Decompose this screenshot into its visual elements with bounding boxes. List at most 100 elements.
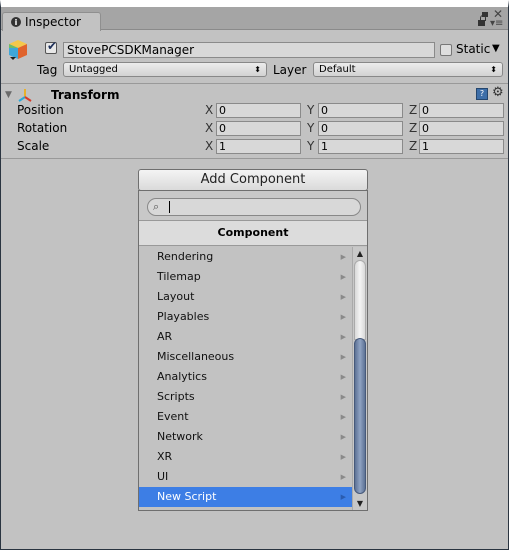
x-axis-label: X	[205, 121, 214, 135]
list-item[interactable]: Scripts ▶	[139, 387, 352, 407]
popup-header: Component	[139, 221, 367, 246]
tag-label: Tag	[37, 63, 58, 77]
tab-label: Inspector	[25, 15, 81, 29]
z-axis-label: Z	[409, 139, 418, 153]
scroll-track[interactable]	[354, 260, 366, 340]
list-item-label: Network	[157, 430, 203, 443]
static-label: Static	[456, 42, 491, 56]
static-dropdown-arrow[interactable]: ▼	[492, 43, 500, 54]
submenu-arrow-icon: ▶	[340, 473, 346, 481]
list-item-label: AR	[157, 330, 173, 343]
search-area: ⌕	[139, 191, 367, 221]
submenu-arrow-icon: ▶	[340, 393, 346, 401]
cube-icon	[9, 40, 27, 60]
tag-dropdown[interactable]: Untagged ⬍	[63, 62, 267, 77]
list-item-label: Layout	[157, 290, 195, 303]
scrollbar[interactable]: ▲ ▼	[352, 247, 367, 510]
list-item-label: Tilemap	[157, 270, 201, 283]
list-item[interactable]: Network ▶	[139, 427, 352, 447]
tag-value: Untagged	[69, 64, 118, 75]
static-checkbox[interactable]	[440, 44, 452, 56]
submenu-arrow-icon: ▶	[340, 293, 346, 301]
list-item[interactable]: New Script ▶	[139, 487, 352, 507]
list-item-label: Event	[157, 410, 189, 423]
help-book-icon[interactable]: ?	[476, 88, 488, 100]
list-item[interactable]: AR ▶	[139, 327, 352, 347]
position-row: Position X 0 Y 0 Z 0	[1, 103, 508, 119]
layer-value: Default	[319, 64, 356, 75]
submenu-arrow-icon: ▶	[340, 433, 346, 441]
gear-icon[interactable]: ⚙	[492, 85, 504, 100]
submenu-arrow-icon: ▶	[340, 313, 346, 321]
rotation-x-field[interactable]: 0	[216, 121, 301, 136]
x-axis-label: X	[205, 139, 214, 153]
checkmark-icon: ✔	[47, 39, 58, 53]
y-axis-label: Y	[307, 121, 315, 135]
layer-label: Layer	[273, 63, 307, 77]
submenu-arrow-icon: ▶	[340, 273, 346, 281]
list-item-label: Playables	[157, 310, 210, 323]
search-input[interactable]: ⌕	[147, 198, 361, 216]
submenu-arrow-icon: ▶	[340, 493, 346, 501]
transform-component: ▼ Transform ? ⚙ Position X 0 Y 0 Z 0 Rot…	[1, 85, 508, 159]
scroll-thumb[interactable]	[354, 338, 366, 494]
search-icon: ⌕	[153, 200, 160, 213]
add-component-popup: ⌕ Component Rendering ▶ Tilemap ▶ Layout ▶ Pla…	[138, 190, 368, 511]
list-item[interactable]: XR ▶	[139, 447, 352, 467]
updown-arrow-icon: ⬍	[490, 65, 497, 74]
submenu-arrow-icon: ▶	[340, 253, 346, 261]
lock-icon[interactable]	[478, 15, 486, 26]
y-axis-label: Y	[307, 103, 315, 117]
scroll-down-arrow-icon[interactable]: ▼	[353, 497, 367, 510]
scale-x-field[interactable]: 1	[216, 139, 301, 154]
position-y-field[interactable]: 0	[318, 103, 403, 118]
x-axis-label: X	[205, 103, 214, 117]
transform-axes-icon	[18, 89, 32, 102]
list-item-label: Analytics	[157, 370, 207, 383]
position-x-field[interactable]: 0	[216, 103, 301, 118]
updown-arrow-icon: ⬍	[254, 65, 261, 74]
list-item-label: Rendering	[157, 250, 214, 263]
tab-inspector[interactable]: i Inspector	[2, 12, 101, 31]
list-item[interactable]: Tilemap ▶	[139, 267, 352, 287]
gameobject-header: ✔ StovePCSDKManager Static ▼ Tag Untagge…	[1, 31, 508, 84]
menu-icon[interactable]: ▾≡	[490, 18, 503, 29]
rotation-row: Rotation X 0 Y 0 Z 0	[1, 121, 508, 137]
list-item-label: UI	[157, 470, 169, 483]
position-z-field[interactable]: 0	[419, 103, 504, 118]
submenu-arrow-icon: ▶	[340, 353, 346, 361]
scroll-up-arrow-icon[interactable]: ▲	[353, 247, 367, 260]
list-item[interactable]: Rendering ▶	[139, 247, 352, 267]
list-item[interactable]: Layout ▶	[139, 287, 352, 307]
list-item[interactable]: Miscellaneous ▶	[139, 347, 352, 367]
gameobject-name-field[interactable]: StovePCSDKManager	[63, 42, 435, 58]
list-item-label: XR	[157, 450, 173, 463]
rotation-label: Rotation	[17, 121, 68, 135]
foldout-arrow-icon[interactable]: ▼	[5, 90, 12, 100]
scale-row: Scale X 1 Y 1 Z 1	[1, 139, 508, 155]
submenu-arrow-icon: ▶	[340, 373, 346, 381]
submenu-arrow-icon: ▶	[340, 333, 346, 341]
layer-dropdown[interactable]: Default ⬍	[313, 62, 503, 77]
rotation-y-field[interactable]: 0	[318, 121, 403, 136]
position-label: Position	[17, 103, 64, 117]
list-item[interactable]: Analytics ▶	[139, 367, 352, 387]
list-item-label: New Script	[157, 490, 217, 503]
scale-label: Scale	[17, 139, 50, 153]
list-item-label: Scripts	[157, 390, 195, 403]
text-caret	[169, 201, 170, 213]
active-checkbox[interactable]: ✔	[45, 39, 58, 54]
z-axis-label: Z	[409, 103, 418, 117]
list-item[interactable]: Event ▶	[139, 407, 352, 427]
rotation-z-field[interactable]: 0	[419, 121, 504, 136]
scale-z-field[interactable]: 1	[419, 139, 504, 154]
tab-strip: i Inspector ✕ ▾≡	[1, 7, 508, 31]
scale-y-field[interactable]: 1	[318, 139, 403, 154]
z-axis-label: Z	[409, 121, 418, 135]
submenu-arrow-icon: ▶	[340, 453, 346, 461]
list-item[interactable]: Playables ▶	[139, 307, 352, 327]
list-item[interactable]: UI ▶	[139, 467, 352, 487]
add-component-button[interactable]: Add Component	[138, 169, 368, 191]
info-icon: i	[11, 17, 21, 27]
inspector-window: i Inspector ✕ ▾≡ ✔ StovePCSDKManager Sta…	[0, 0, 509, 550]
